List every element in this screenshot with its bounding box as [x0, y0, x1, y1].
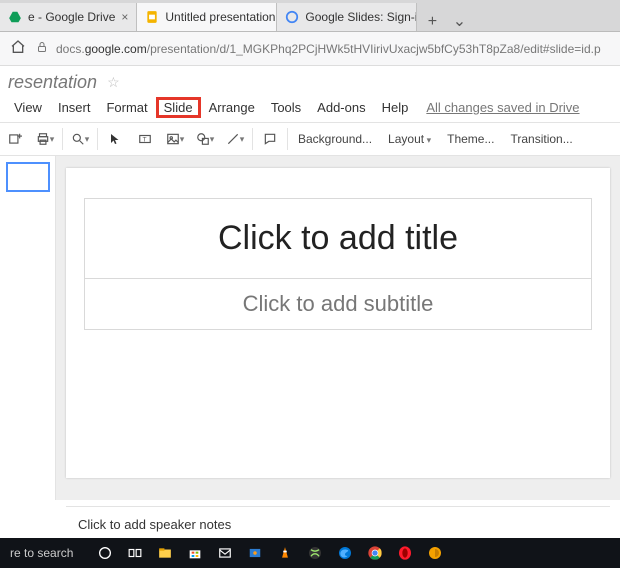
save-status[interactable]: All changes saved in Drive	[426, 100, 579, 115]
taskbar-tray	[91, 538, 449, 568]
taskbar-search[interactable]: re to search	[0, 546, 83, 560]
menu-help[interactable]: Help	[374, 97, 417, 118]
transition-button[interactable]: Transition...	[502, 132, 580, 146]
svg-text:T: T	[143, 136, 147, 143]
app-icon[interactable]	[421, 538, 449, 568]
google-icon	[285, 10, 299, 24]
star-icon[interactable]: ☆	[107, 74, 120, 91]
menu-slide[interactable]: Slide	[156, 97, 201, 118]
opera-icon[interactable]	[391, 538, 419, 568]
edge-icon[interactable]	[331, 538, 359, 568]
browser-tab[interactable]: Untitled presentation - ×	[137, 3, 277, 31]
title-placeholder[interactable]: Click to add title	[84, 198, 592, 279]
line-tool[interactable]	[220, 124, 250, 154]
shape-tool[interactable]	[190, 124, 220, 154]
mail-icon[interactable]	[211, 538, 239, 568]
image-tool[interactable]	[160, 124, 190, 154]
slide-thumbnail-panel	[0, 156, 56, 500]
browser-tab-strip: e - Google Drive × Untitled presentation…	[0, 0, 620, 32]
menu-addons[interactable]: Add-ons	[309, 97, 373, 118]
zoom-button[interactable]	[65, 124, 95, 154]
browser-tab[interactable]: Google Slides: Sign-in	[277, 3, 417, 31]
menu-format[interactable]: Format	[98, 97, 155, 118]
menu-tools[interactable]: Tools	[263, 97, 309, 118]
photos-icon[interactable]	[241, 538, 269, 568]
lock-icon	[36, 40, 48, 57]
url-text: docs.google.com/presentation/d/1_MGKPhq2…	[56, 42, 601, 56]
vlc-icon[interactable]	[271, 538, 299, 568]
select-tool[interactable]	[100, 124, 130, 154]
drive-icon	[8, 10, 22, 24]
xbox-icon[interactable]	[301, 538, 329, 568]
doc-title[interactable]: resentation	[8, 72, 97, 93]
menu-bar: View Insert Format Slide Arrange Tools A…	[4, 93, 616, 122]
workspace: Click to add title Click to add subtitle	[0, 156, 620, 500]
subtitle-placeholder[interactable]: Click to add subtitle	[84, 279, 592, 330]
doc-header: resentation ☆ View Insert Format Slide A…	[0, 66, 620, 122]
windows-taskbar: re to search	[0, 538, 620, 568]
task-view-icon[interactable]	[121, 538, 149, 568]
print-button[interactable]	[30, 124, 60, 154]
layout-button[interactable]: Layout	[380, 132, 439, 146]
browser-toolbar: docs.google.com/presentation/d/1_MGKPhq2…	[0, 32, 620, 66]
tab-label: e - Google Drive	[28, 10, 115, 24]
close-icon[interactable]: ×	[121, 10, 128, 24]
theme-button[interactable]: Theme...	[439, 132, 502, 146]
menu-insert[interactable]: Insert	[50, 97, 99, 118]
menu-arrange[interactable]: Arrange	[201, 97, 263, 118]
textbox-tool[interactable]: T	[130, 124, 160, 154]
new-tab-button[interactable]: +	[417, 13, 447, 31]
menu-view[interactable]: View	[6, 97, 50, 118]
slide-canvas[interactable]: Click to add title Click to add subtitle	[66, 168, 610, 478]
toolbar: T Background... Layout Theme... Transiti…	[0, 122, 620, 156]
tab-label: Untitled presentation -	[165, 10, 277, 24]
cortana-icon[interactable]	[91, 538, 119, 568]
store-icon[interactable]	[181, 538, 209, 568]
file-explorer-icon[interactable]	[151, 538, 179, 568]
slide-thumbnail[interactable]	[6, 162, 50, 192]
background-button[interactable]: Background...	[290, 132, 380, 146]
home-icon[interactable]	[10, 39, 26, 58]
chrome-icon[interactable]	[361, 538, 389, 568]
tab-label: Google Slides: Sign-in	[305, 10, 417, 24]
tabs-dropdown[interactable]: ⌄	[447, 11, 471, 31]
url-bar[interactable]: docs.google.com/presentation/d/1_MGKPhq2…	[36, 40, 610, 57]
slides-icon	[145, 10, 159, 24]
slide-canvas-area: Click to add title Click to add subtitle	[56, 156, 620, 500]
new-slide-button[interactable]	[0, 124, 30, 154]
browser-tab[interactable]: e - Google Drive ×	[0, 3, 137, 31]
comment-button[interactable]	[255, 124, 285, 154]
